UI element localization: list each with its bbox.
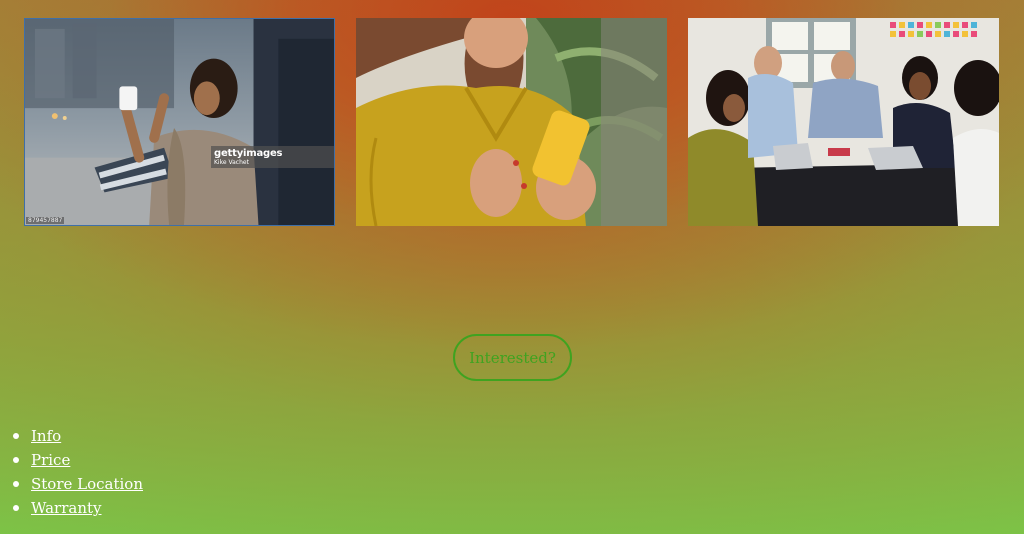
watermark-badge: gettyimages Kike Vachet [211,146,334,168]
watermark-brand: gettyimages [214,148,283,159]
list-item: Warranty [13,496,143,520]
bullet-icon [13,457,19,463]
store-location-link[interactable]: Store Location [31,473,143,495]
phone-photo-illustration [356,18,667,226]
watermark-credit: Kike Vachet [214,159,249,166]
image-gallery: gettyimages Kike Vachet 879457887 [24,18,1000,226]
gallery-image-woman-holding-phone[interactable] [356,18,667,226]
bullet-icon [13,505,19,511]
bullet-icon [13,481,19,487]
warranty-link[interactable]: Warranty [31,497,102,519]
bullet-icon [13,433,19,439]
street-photo-illustration [25,19,334,225]
list-item: Price [13,448,143,472]
meeting-photo-illustration [688,18,999,226]
list-item: Info [13,424,143,448]
gallery-image-team-meeting[interactable] [688,18,999,226]
list-item: Store Location [13,472,143,496]
gallery-image-woman-taking-photo[interactable]: gettyimages Kike Vachet 879457887 [24,18,335,226]
info-link[interactable]: Info [31,425,61,447]
interested-button[interactable]: Interested? [453,334,572,381]
footer-link-list: Info Price Store Location Warranty [13,424,143,520]
price-link[interactable]: Price [31,449,70,471]
stock-id-label: 879457887 [26,217,65,224]
